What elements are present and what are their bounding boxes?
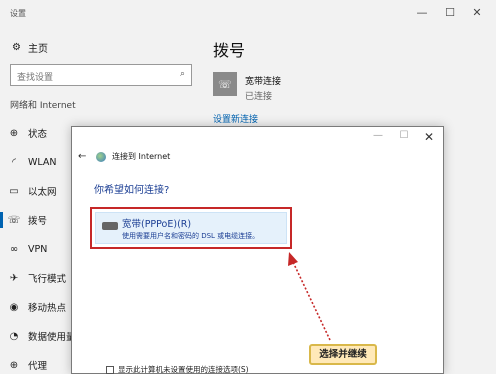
annotation-callout: 选择并继续 xyxy=(309,344,377,365)
annotation-arrow xyxy=(288,252,331,341)
